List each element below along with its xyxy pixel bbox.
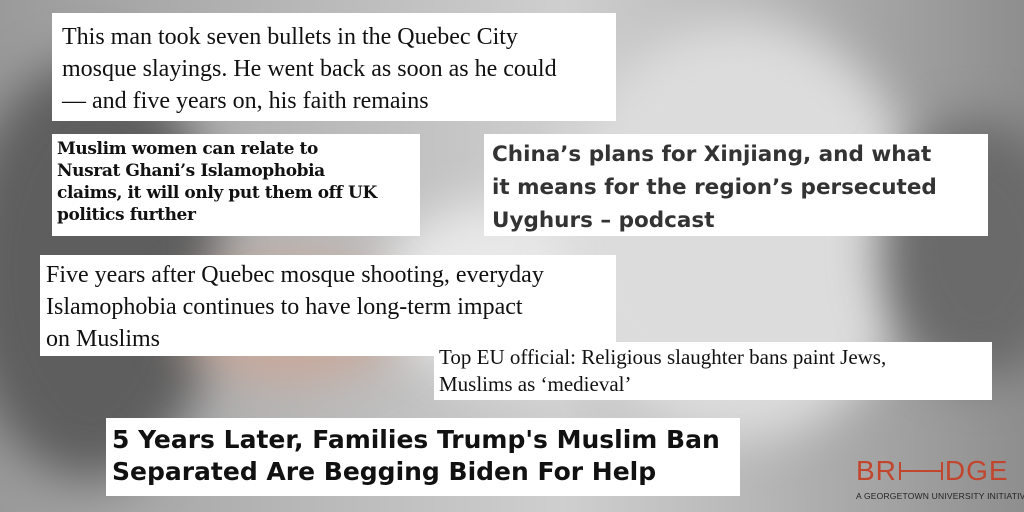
headline-line: — and five years on, his faith remains <box>62 88 429 114</box>
headline-line: Five years after Quebec mosque shooting,… <box>46 262 544 288</box>
headline-line: Nusrat Ghani’s Islamophobia <box>57 161 325 181</box>
headline-line: This man took seven bullets in the Quebe… <box>62 24 518 50</box>
headline-clipping-muslim-ban: 5 Years Later, Families Trump's Muslim B… <box>106 418 740 496</box>
headline-clipping-xinjiang-podcast: China’s plans for Xinjiang, and what it … <box>484 134 988 236</box>
headline-line: Islamophobia continues to have long-term… <box>46 294 523 320</box>
headline-line: claims, it will only put them off UK <box>57 183 377 203</box>
headline-line: mosque slayings. He went back as soon as… <box>62 56 557 82</box>
headline-line: Muslims as ‘medieval’ <box>439 372 632 396</box>
headline-line: Separated Are Begging Biden For Help <box>112 457 657 486</box>
logo-text-right: DGE <box>944 455 1009 486</box>
headline-line: 5 Years Later, Families Trump's Muslim B… <box>112 425 720 454</box>
headline-clipping-muslim-women: Muslim women can relate to Nusrat Ghani’… <box>52 134 420 236</box>
logo-wordmark: BR DGE <box>856 456 1009 486</box>
headline-line: Muslim women can relate to <box>57 139 318 159</box>
headline-line: politics further <box>57 205 196 225</box>
headline-line: it means for the region’s persecuted <box>492 175 937 200</box>
headline-clipping-eu-slaughter-bans: Top EU official: Religious slaughter ban… <box>434 342 992 400</box>
bridge-logo: BR DGE A GEORGETOWN UNIVERSITY INITIATIV… <box>856 456 1024 506</box>
headline-clipping-quebec-survivor: This man took seven bullets in the Quebe… <box>52 13 616 121</box>
headline-line: Uyghurs – podcast <box>492 208 715 233</box>
logo-text-left: BR <box>856 455 897 486</box>
headline-line: Top EU official: Religious slaughter ban… <box>439 345 887 369</box>
headline-clipping-quebec-islamophobia: Five years after Quebec mosque shooting,… <box>40 255 616 356</box>
bridge-link-icon <box>898 462 943 480</box>
headline-line: China’s plans for Xinjiang, and what <box>492 142 932 167</box>
logo-tagline: A GEORGETOWN UNIVERSITY INITIATIVE <box>856 491 1024 501</box>
